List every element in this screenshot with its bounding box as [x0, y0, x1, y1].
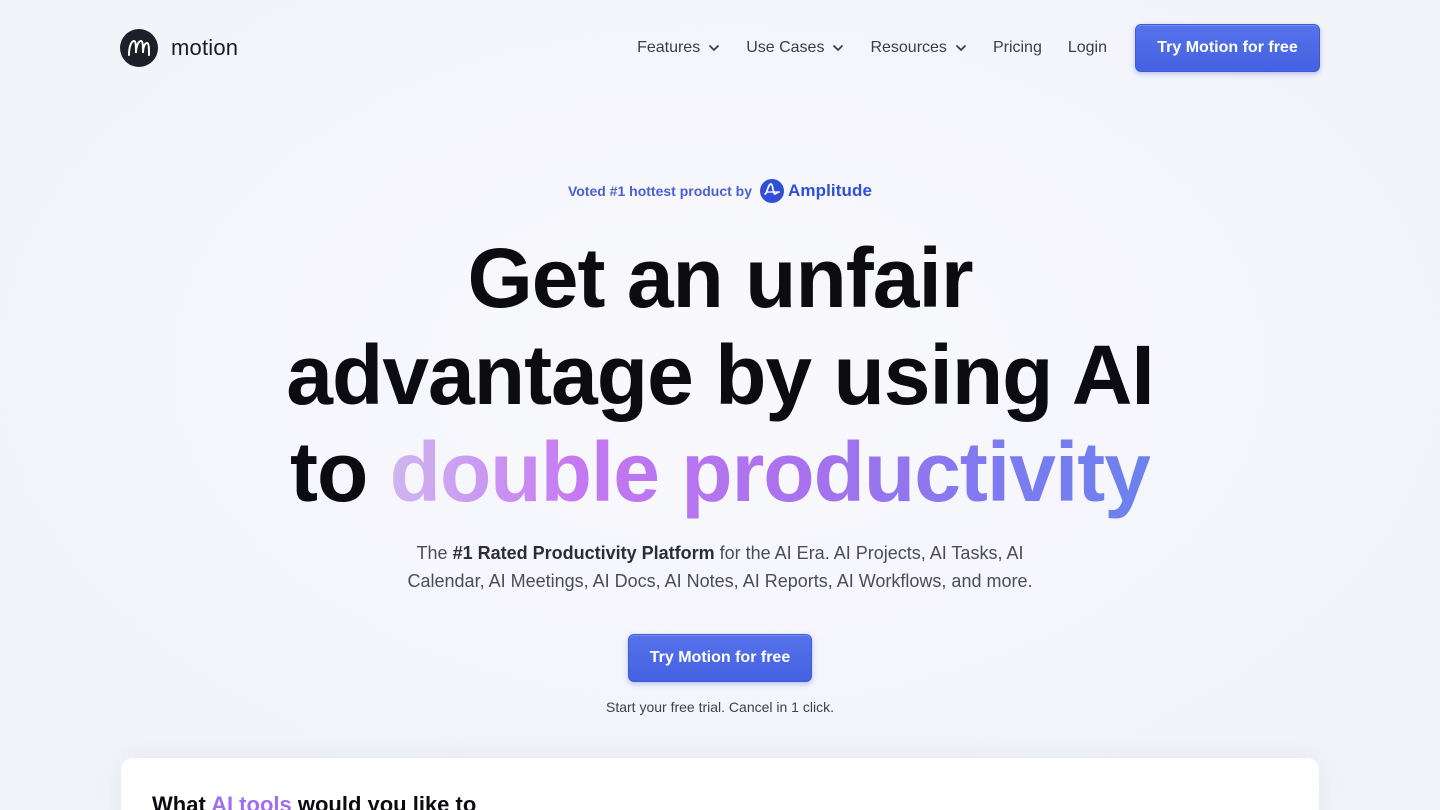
try-motion-header-button[interactable]: Try Motion for free [1135, 24, 1320, 72]
main-nav: Features Use Cases Resources Pricing Log… [637, 24, 1320, 72]
brand-name: motion [171, 35, 239, 60]
card-title: What AI tools would you like to [152, 792, 476, 810]
subtext-bold: #1 Rated Productivity Platform [452, 543, 715, 563]
nav-label: Use Cases [746, 39, 825, 56]
nav-item-features[interactable]: Features [637, 39, 720, 57]
voted-text: Voted #1 hottest product by [567, 183, 753, 199]
amplitude-brand: Amplitude [788, 181, 873, 200]
motion-logo-link[interactable]: motion [120, 29, 238, 67]
nav-label: Features [637, 39, 701, 56]
motion-logo-icon [120, 29, 158, 67]
subtext-rest: for the AI Era. AI Projects, AI Tasks, A… [714, 543, 1024, 563]
hero-subtext: The #1 Rated Productivity Platform for t… [0, 539, 1440, 595]
trial-note: Start your free trial. Cancel in 1 click… [606, 699, 834, 715]
nav-item-resources[interactable]: Resources [870, 39, 966, 57]
nav-label: Pricing [992, 39, 1042, 56]
headline-line-3-prefix: to [290, 425, 390, 519]
headline-highlight: double productivity [389, 425, 1151, 519]
chevron-down-icon [833, 45, 844, 51]
site-header: motion Features Use Cases Resources Pric… [0, 0, 1440, 96]
nav-item-use-cases[interactable]: Use Cases [746, 39, 844, 57]
nav-item-pricing[interactable]: Pricing [993, 39, 1042, 57]
chevron-down-icon [956, 45, 966, 51]
voted-badge: Voted #1 hottest product by Amplitude [0, 179, 1440, 203]
chevron-down-icon [709, 45, 720, 51]
card-title-highlight: AI tools [211, 792, 292, 810]
ai-tools-card: What AI tools would you like to [121, 758, 1319, 810]
card-title-prefix: What [152, 792, 212, 810]
headline-line-1: Get an unfair [467, 231, 973, 325]
nav-label: Resources [870, 39, 947, 56]
headline-line-2: advantage by using AI [286, 328, 1154, 422]
subtext-prefix: The [416, 543, 453, 563]
card-title-suffix: would you like to [291, 792, 477, 810]
amplitude-logo-icon [760, 179, 785, 203]
hero-cta-wrapper: Try Motion for free [0, 634, 1440, 682]
try-motion-hero-button[interactable]: Try Motion for free [628, 634, 812, 682]
hero-headline: Get an unfair advantage by using AI to d… [0, 230, 1440, 521]
login-link[interactable]: Login [1068, 39, 1107, 57]
subtext-line-2: Calendar, AI Meetings, AI Docs, AI Notes… [407, 571, 1033, 591]
